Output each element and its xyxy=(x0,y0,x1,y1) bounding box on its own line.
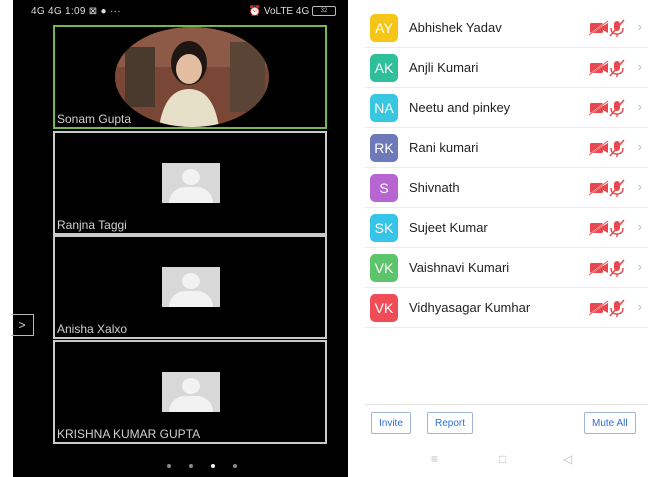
avatar-placeholder-icon xyxy=(162,372,220,412)
mic-muted-icon xyxy=(609,179,625,197)
participant-avatar: SK xyxy=(370,214,398,242)
video-off-icon xyxy=(588,300,609,316)
mic-muted-icon xyxy=(609,59,625,77)
video-off-icon xyxy=(588,260,609,276)
avatar-placeholder-icon xyxy=(162,163,220,203)
participant-media-status xyxy=(588,139,640,157)
page-dot xyxy=(233,464,237,468)
chevron-right-icon[interactable]: › xyxy=(638,59,642,74)
mic-muted-icon xyxy=(609,259,625,277)
participant-name: Ranjna Taggi xyxy=(57,218,127,232)
participant-row[interactable]: RK Rani kumari › xyxy=(365,127,648,168)
chevron-right-icon[interactable]: › xyxy=(638,299,642,314)
participant-media-status xyxy=(588,259,640,277)
participant-name: Vidhyasagar Kumhar xyxy=(409,300,531,315)
report-button[interactable]: Report xyxy=(427,412,474,434)
participant-name: KRISHNA KUMAR GUPTA xyxy=(57,427,201,441)
participant-media-status xyxy=(588,179,640,197)
android-nav-bar: ≡ □ ◁ xyxy=(365,446,648,476)
mic-muted-icon xyxy=(609,219,625,237)
video-tile[interactable]: KRISHNA KUMAR GUPTA xyxy=(53,340,327,444)
participant-name: Sujeet Kumar xyxy=(409,220,488,235)
participant-row[interactable]: AK Anjli Kumari › xyxy=(365,47,648,88)
video-off-icon xyxy=(588,100,609,116)
participants-action-bar: Invite Report Mute All xyxy=(365,404,648,445)
status-right: ⏰ VoLTE 4G 32 xyxy=(249,6,336,17)
participant-row[interactable]: SK Sujeet Kumar › xyxy=(365,207,648,248)
video-off-icon xyxy=(588,220,609,236)
video-off-icon xyxy=(588,140,609,156)
participant-media-status xyxy=(588,219,640,237)
battery-icon: 32 xyxy=(312,6,336,17)
mic-muted-icon xyxy=(609,19,625,37)
mic-muted-icon xyxy=(609,299,625,317)
page-dot xyxy=(167,464,171,468)
participant-avatar: RK xyxy=(370,134,398,162)
invite-button[interactable]: Invite xyxy=(371,412,411,434)
participant-avatar: AK xyxy=(370,54,398,82)
video-tile[interactable]: Anisha Xalxo xyxy=(53,235,327,339)
mic-muted-icon xyxy=(609,99,625,117)
video-off-icon xyxy=(588,20,609,36)
chevron-right-icon[interactable]: › xyxy=(638,99,642,114)
menu-icon[interactable]: ≡ xyxy=(431,452,438,466)
participant-row[interactable]: VK Vidhyasagar Kumhar › xyxy=(365,287,648,328)
participant-name: Vaishnavi Kumari xyxy=(409,260,510,275)
participant-row[interactable]: S Shivnath › xyxy=(365,167,648,208)
participant-avatar: VK xyxy=(370,294,398,322)
side-panel-toggle[interactable]: > xyxy=(11,314,34,336)
video-off-icon xyxy=(588,180,609,196)
avatar-placeholder-icon xyxy=(162,267,220,307)
participant-avatar: VK xyxy=(370,254,398,282)
status-right-text: ⏰ VoLTE 4G xyxy=(248,6,310,17)
status-left: 4G 4G 1:09 ⊠ ● ··· xyxy=(31,6,121,17)
participant-name: Abhishek Yadav xyxy=(409,20,502,35)
participant-row[interactable]: VK Vaishnavi Kumari › xyxy=(365,247,648,288)
video-tile[interactable]: Sonam Gupta xyxy=(53,25,327,129)
home-icon[interactable]: □ xyxy=(499,452,506,466)
back-icon[interactable]: ◁ xyxy=(563,452,572,466)
status-bar: 4G 4G 1:09 ⊠ ● ··· ⏰ VoLTE 4G 32 xyxy=(13,0,348,24)
participant-name: Anjli Kumari xyxy=(409,60,479,75)
video-off-icon xyxy=(588,60,609,76)
participant-name: Neetu and pinkey xyxy=(409,100,511,115)
participant-name: Anisha Xalxo xyxy=(57,322,128,336)
participant-row[interactable]: AY Abhishek Yadav › xyxy=(365,7,648,48)
participant-media-status xyxy=(588,19,640,37)
participant-media-status xyxy=(588,299,640,317)
chevron-right-icon[interactable]: › xyxy=(638,179,642,194)
participant-media-status xyxy=(588,99,640,117)
chevron-right-icon[interactable]: › xyxy=(638,139,642,154)
chevron-right-icon[interactable]: › xyxy=(638,259,642,274)
participant-name: Sonam Gupta xyxy=(57,112,132,126)
participant-avatar: AY xyxy=(370,14,398,42)
page-dot-active xyxy=(211,464,215,468)
video-tile[interactable]: Ranjna Taggi xyxy=(53,131,327,235)
mic-muted-icon xyxy=(609,139,625,157)
participant-photo xyxy=(115,27,269,127)
page-indicator xyxy=(158,455,246,473)
participants-panel: AY Abhishek Yadav › AK Anjli Kumari › NA Neetu … xyxy=(365,0,648,477)
participant-name: Rani kumari xyxy=(409,140,479,155)
participant-avatar: NA xyxy=(370,94,398,122)
page-dot xyxy=(189,464,193,468)
mute-all-button[interactable]: Mute All xyxy=(584,412,636,434)
photo-image xyxy=(115,27,269,127)
meeting-video-screen: 4G 4G 1:09 ⊠ ● ··· ⏰ VoLTE 4G 32 Sonam G… xyxy=(11,0,348,477)
participant-name: Shivnath xyxy=(409,180,460,195)
chevron-right-icon[interactable]: › xyxy=(638,19,642,34)
participant-row[interactable]: NA Neetu and pinkey › xyxy=(365,87,648,128)
participant-media-status xyxy=(588,59,640,77)
chevron-right-icon[interactable]: › xyxy=(638,219,642,234)
participant-avatar: S xyxy=(370,174,398,202)
